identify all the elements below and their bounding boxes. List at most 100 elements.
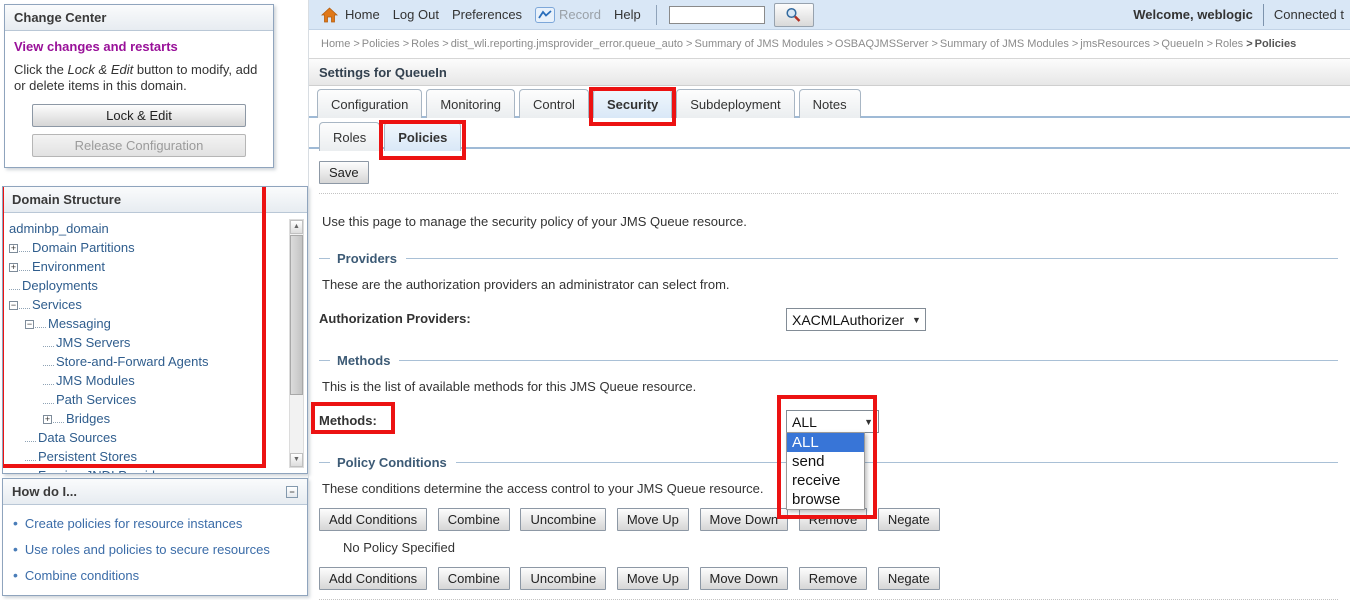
move-up-button[interactable]: Move Up — [617, 508, 689, 531]
tab-subdeployment[interactable]: Subdeployment — [676, 89, 794, 118]
section-title: Policy Conditions — [337, 455, 447, 470]
help-link-roles-policies[interactable]: Use roles and policies to secure resourc… — [25, 542, 270, 557]
providers-description: These are the authorization providers an… — [322, 277, 1338, 292]
lock-edit-button[interactable]: Lock & Edit — [32, 104, 246, 127]
domain-structure-title: Domain Structure — [3, 187, 307, 213]
domain-tree: adminbp_domain Domain Partitions Environ… — [3, 213, 307, 474]
help-link-create-policies[interactable]: Create policies for resource instances — [25, 516, 243, 531]
tree-link-jms-servers[interactable]: JMS Servers — [56, 335, 130, 350]
breadcrumb-item[interactable]: Roles — [403, 38, 440, 50]
move-down-button[interactable]: Move Down — [700, 508, 789, 531]
how-do-i-panel: How do I... Create policies for resource… — [2, 478, 308, 596]
how-do-i-title: How do I... — [12, 484, 77, 499]
tree-link-foreign-jndi[interactable]: Foreign JNDI Providers — [38, 468, 173, 474]
view-changes-link[interactable]: View changes and restarts — [14, 39, 264, 54]
breadcrumb-item[interactable]: Summary of JMS Modules — [686, 38, 823, 50]
collapse-panel-icon[interactable] — [286, 486, 298, 498]
option-all[interactable]: ALL — [787, 433, 864, 452]
tree-link-adminbp-domain[interactable]: adminbp_domain — [9, 221, 109, 236]
uncombine-button[interactable]: Uncombine — [520, 508, 606, 531]
release-configuration-button: Release Configuration — [32, 134, 246, 157]
logout-link[interactable]: Log Out — [393, 7, 439, 22]
breadcrumb-item[interactable]: jmsResources — [1072, 38, 1150, 50]
negate-button[interactable]: Negate — [878, 508, 940, 531]
tree-link-bridges[interactable]: Bridges — [66, 411, 110, 426]
expand-icon[interactable] — [43, 415, 52, 424]
preferences-link[interactable]: Preferences — [452, 7, 522, 22]
tree-link-saf-agents[interactable]: Store-and-Forward Agents — [56, 354, 208, 369]
tree-link-jms-modules[interactable]: JMS Modules — [56, 373, 135, 388]
help-link[interactable]: Help — [614, 7, 641, 22]
tree-link-environment[interactable]: Environment — [32, 259, 105, 274]
breadcrumb-item[interactable]: OSBAQJMSServer — [826, 38, 928, 50]
remove-button[interactable]: Remove — [799, 567, 867, 590]
remove-button[interactable]: Remove — [799, 508, 867, 531]
tree-link-persistent-stores[interactable]: Persistent Stores — [38, 449, 137, 464]
option-receive[interactable]: receive — [787, 471, 864, 490]
tree-connector — [19, 249, 30, 252]
page-title: Settings for QueueIn — [309, 59, 1350, 86]
tree-link-data-sources[interactable]: Data Sources — [38, 430, 117, 445]
negate-button[interactable]: Negate — [878, 567, 940, 590]
combine-button[interactable]: Combine — [438, 508, 510, 531]
breadcrumb-item[interactable]: QueueIn — [1153, 38, 1204, 50]
help-link-combine-conditions[interactable]: Combine conditions — [25, 568, 139, 583]
search-input[interactable] — [669, 6, 765, 24]
collapse-icon[interactable] — [9, 301, 18, 310]
option-browse[interactable]: browse — [787, 490, 864, 509]
breadcrumb-item[interactable]: dist_wli.reporting.jmsprovider_error.que… — [442, 38, 683, 50]
change-center-description: Click the Lock & Edit button to modify, … — [14, 62, 264, 94]
add-conditions-button[interactable]: Add Conditions — [319, 567, 427, 590]
section-rule — [399, 360, 1338, 361]
combine-button[interactable]: Combine — [438, 567, 510, 590]
add-conditions-button[interactable]: Add Conditions — [319, 508, 427, 531]
breadcrumb: Home Policies Roles dist_wli.reporting.j… — [309, 30, 1350, 59]
save-button[interactable]: Save — [319, 161, 369, 184]
tree-item-data-sources: Data Sources — [9, 428, 303, 447]
expand-icon[interactable] — [9, 244, 18, 253]
move-down-button[interactable]: Move Down — [700, 567, 789, 590]
breadcrumb-item[interactable]: Policies — [353, 38, 399, 50]
scroll-up-icon[interactable] — [290, 220, 303, 234]
list-item: Combine conditions — [13, 567, 307, 583]
tree-link-path-services[interactable]: Path Services — [56, 392, 136, 407]
tab-control[interactable]: Control — [519, 89, 589, 118]
breadcrumb-item[interactable]: Roles — [1207, 38, 1244, 50]
home-link[interactable]: Home — [345, 7, 380, 22]
search-button[interactable] — [774, 3, 814, 27]
toolbar-divider — [656, 5, 657, 25]
scrollbar-thumb[interactable] — [290, 235, 303, 395]
move-up-button[interactable]: Move Up — [617, 567, 689, 590]
tab-configuration[interactable]: Configuration — [317, 89, 422, 118]
section-title: Methods — [337, 353, 390, 368]
sidebar: Change Center View changes and restarts … — [0, 0, 308, 596]
tree-link-deployments[interactable]: Deployments — [22, 278, 98, 293]
tree-link-domain-partitions[interactable]: Domain Partitions — [32, 240, 135, 255]
tab-monitoring[interactable]: Monitoring — [426, 89, 515, 118]
subtab-roles[interactable]: Roles — [319, 122, 380, 151]
methods-section-header: Methods — [319, 353, 1338, 368]
tree-connector — [43, 363, 54, 366]
breadcrumb-item[interactable]: Home — [321, 38, 350, 50]
tab-security[interactable]: Security — [593, 89, 672, 118]
tree-link-services[interactable]: Services — [32, 297, 82, 312]
subtab-policies[interactable]: Policies — [384, 122, 461, 151]
section-rule — [319, 258, 330, 259]
scroll-down-icon[interactable] — [290, 453, 303, 467]
record-label: Record — [559, 7, 601, 22]
list-item: Create policies for resource instances — [13, 515, 307, 531]
methods-select[interactable]: ALL▼ — [786, 410, 879, 433]
tree-link-messaging[interactable]: Messaging — [48, 316, 111, 331]
expand-icon[interactable] — [9, 263, 18, 272]
tab-notes[interactable]: Notes — [799, 89, 861, 118]
methods-description: This is the list of available methods fo… — [322, 379, 1338, 394]
breadcrumb-item[interactable]: Summary of JMS Modules — [931, 38, 1068, 50]
tree-scrollbar[interactable] — [289, 219, 304, 468]
home-icon[interactable] — [321, 7, 338, 23]
collapse-icon[interactable] — [25, 320, 34, 329]
uncombine-button[interactable]: Uncombine — [520, 567, 606, 590]
authorization-providers-select[interactable]: XACMLAuthorizer▼ — [786, 308, 926, 331]
option-send[interactable]: send — [787, 452, 864, 471]
tree-connector — [43, 382, 54, 385]
toolbar-divider — [1263, 4, 1264, 26]
